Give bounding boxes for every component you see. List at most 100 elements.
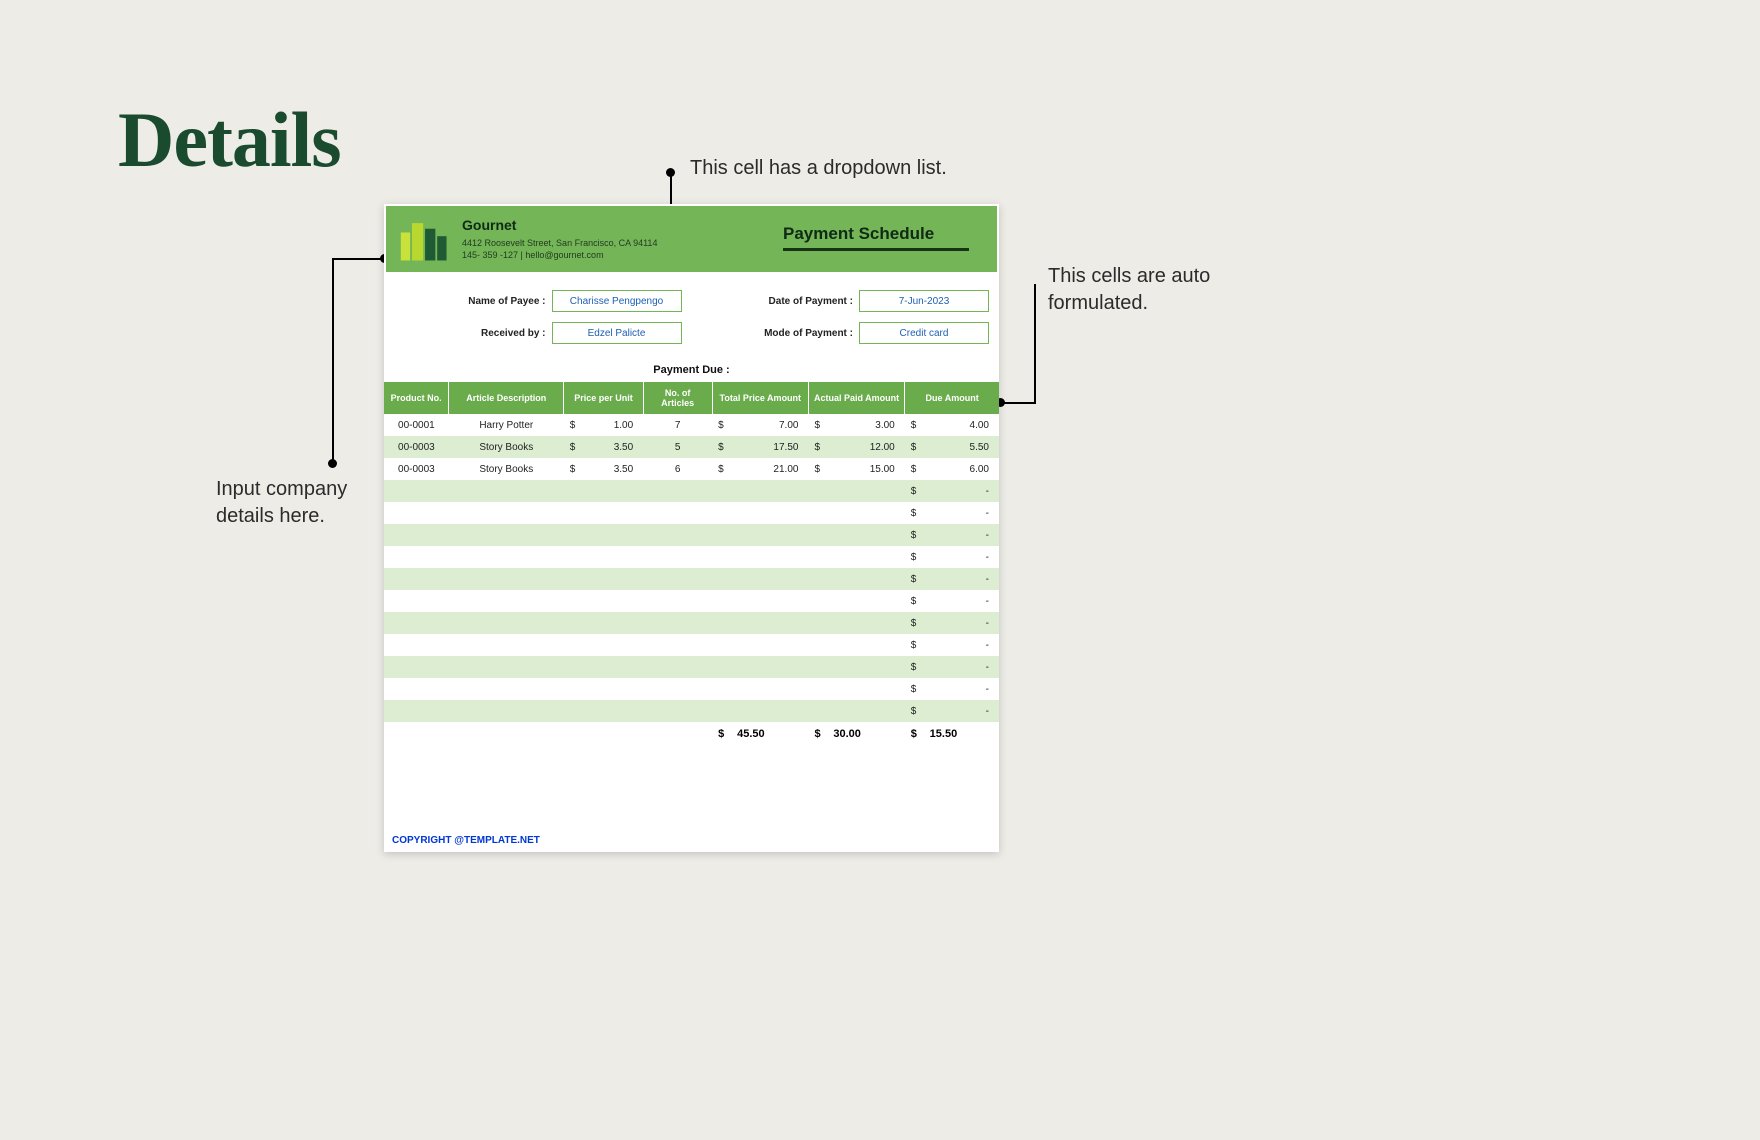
cell[interactable] — [384, 524, 449, 546]
cell[interactable]: $ — [905, 502, 924, 524]
cell[interactable]: $ — [564, 436, 581, 458]
cell[interactable]: - — [924, 590, 999, 612]
cell[interactable]: Story Books — [449, 436, 564, 458]
cell[interactable] — [449, 502, 564, 524]
mode-field[interactable]: Credit card — [859, 322, 989, 344]
cell[interactable]: - — [924, 524, 999, 546]
cell[interactable] — [449, 480, 564, 502]
cell[interactable] — [643, 546, 712, 568]
cell[interactable] — [580, 634, 643, 656]
cell[interactable] — [564, 524, 581, 546]
cell[interactable] — [643, 590, 712, 612]
table-row[interactable]: 00-0003Story Books$3.506$21.00$15.00$6.0… — [384, 458, 999, 480]
cell[interactable] — [564, 590, 581, 612]
cell[interactable]: $ — [905, 524, 924, 546]
cell[interactable] — [564, 634, 581, 656]
cell[interactable] — [384, 612, 449, 634]
cell[interactable] — [564, 678, 581, 700]
table-row[interactable]: $- — [384, 568, 999, 590]
cell[interactable] — [808, 590, 827, 612]
cell[interactable] — [827, 656, 904, 678]
cell[interactable]: 00-0003 — [384, 436, 449, 458]
cell[interactable] — [827, 502, 904, 524]
cell[interactable] — [712, 546, 731, 568]
cell[interactable] — [580, 480, 643, 502]
cell[interactable]: 00-0003 — [384, 458, 449, 480]
cell[interactable]: 21.00 — [731, 458, 808, 480]
cell[interactable]: 12.00 — [827, 436, 904, 458]
cell[interactable] — [580, 546, 643, 568]
table-row[interactable]: $- — [384, 524, 999, 546]
cell[interactable] — [580, 568, 643, 590]
cell[interactable] — [731, 524, 808, 546]
cell[interactable]: $ — [808, 436, 827, 458]
cell[interactable]: - — [924, 656, 999, 678]
cell[interactable]: $ — [905, 678, 924, 700]
cell[interactable] — [712, 524, 731, 546]
cell[interactable]: $ — [564, 414, 581, 436]
cell[interactable]: 3.50 — [580, 436, 643, 458]
cell[interactable] — [808, 634, 827, 656]
cell[interactable] — [564, 546, 581, 568]
cell[interactable] — [384, 678, 449, 700]
company-address[interactable]: 4412 Roosevelt Street, San Francisco, CA… — [462, 237, 657, 249]
cell[interactable] — [449, 678, 564, 700]
cell[interactable]: 15.00 — [827, 458, 904, 480]
cell[interactable] — [827, 480, 904, 502]
cell[interactable]: $ — [905, 656, 924, 678]
table-row[interactable]: $- — [384, 700, 999, 722]
table-row[interactable]: $- — [384, 590, 999, 612]
table-row[interactable]: $- — [384, 612, 999, 634]
cell[interactable] — [731, 656, 808, 678]
cell[interactable] — [384, 634, 449, 656]
cell[interactable]: 17.50 — [731, 436, 808, 458]
cell[interactable] — [564, 700, 581, 722]
cell[interactable] — [731, 634, 808, 656]
cell[interactable] — [712, 590, 731, 612]
cell[interactable]: $ — [905, 546, 924, 568]
cell[interactable] — [808, 612, 827, 634]
cell[interactable]: - — [924, 546, 999, 568]
company-block[interactable]: Gournet 4412 Roosevelt Street, San Franc… — [462, 216, 657, 261]
cell[interactable]: $ — [808, 414, 827, 436]
cell[interactable] — [827, 568, 904, 590]
cell[interactable] — [827, 590, 904, 612]
cell[interactable] — [731, 678, 808, 700]
cell[interactable] — [384, 700, 449, 722]
cell[interactable] — [731, 502, 808, 524]
cell[interactable] — [808, 678, 827, 700]
payee-field[interactable]: Charisse Pengpengo — [552, 290, 682, 312]
cell[interactable] — [643, 612, 712, 634]
cell[interactable]: $ — [905, 480, 924, 502]
cell[interactable] — [564, 502, 581, 524]
cell[interactable]: 1.00 — [580, 414, 643, 436]
cell[interactable] — [643, 700, 712, 722]
cell[interactable] — [643, 524, 712, 546]
cell[interactable] — [712, 678, 731, 700]
cell[interactable] — [712, 502, 731, 524]
cell[interactable]: $ — [905, 634, 924, 656]
cell[interactable] — [808, 480, 827, 502]
cell[interactable] — [712, 700, 731, 722]
cell[interactable] — [643, 568, 712, 590]
cell[interactable]: $ — [564, 458, 581, 480]
cell[interactable] — [731, 568, 808, 590]
cell[interactable]: 6 — [643, 458, 712, 480]
cell[interactable] — [643, 480, 712, 502]
cell[interactable] — [827, 546, 904, 568]
cell[interactable] — [449, 568, 564, 590]
table-row[interactable]: $- — [384, 546, 999, 568]
cell[interactable]: $ — [905, 414, 924, 436]
cell[interactable] — [808, 546, 827, 568]
cell[interactable] — [564, 568, 581, 590]
cell[interactable]: $ — [712, 436, 731, 458]
cell[interactable] — [712, 568, 731, 590]
cell[interactable]: - — [924, 634, 999, 656]
cell[interactable]: 5 — [643, 436, 712, 458]
company-contact[interactable]: 145- 359 -127 | hello@gournet.com — [462, 249, 657, 261]
cell[interactable] — [580, 678, 643, 700]
cell[interactable] — [827, 524, 904, 546]
table-row[interactable]: $- — [384, 678, 999, 700]
cell[interactable]: $ — [712, 414, 731, 436]
cell[interactable] — [643, 634, 712, 656]
